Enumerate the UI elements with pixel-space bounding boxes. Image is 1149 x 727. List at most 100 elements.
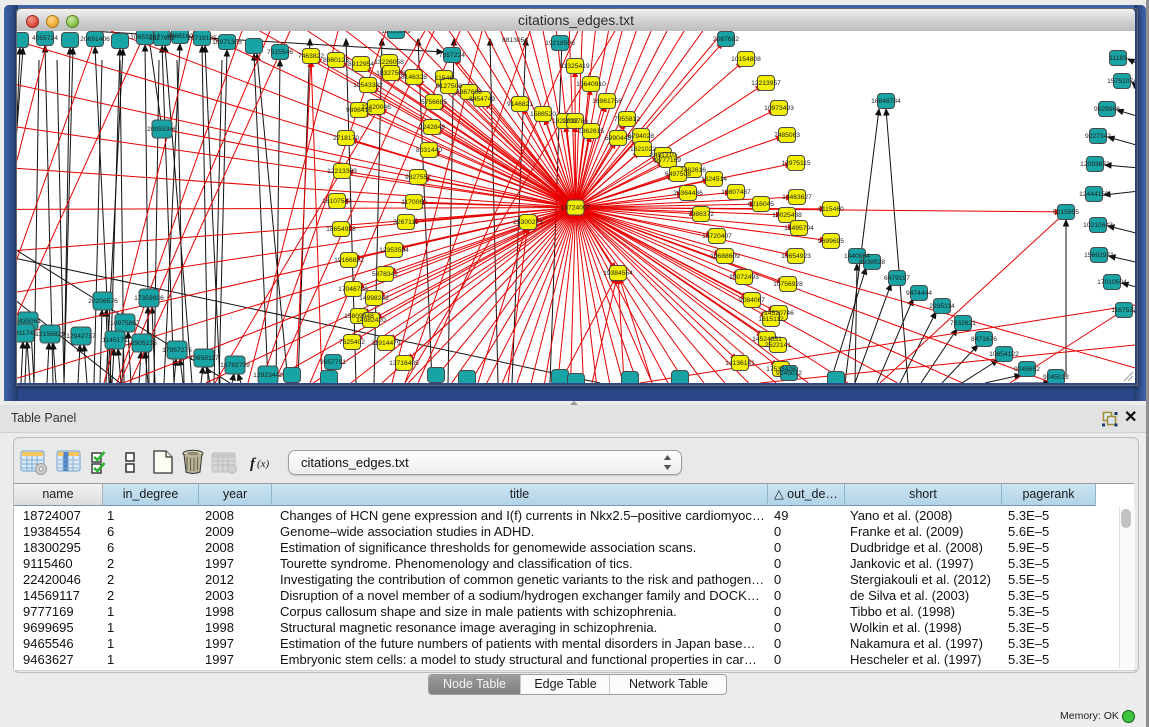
svg-text:19218506: 19218506 <box>545 40 575 47</box>
svg-text:16971365: 16971365 <box>212 39 242 46</box>
svg-text:9657791: 9657791 <box>320 359 346 366</box>
svg-text:8660123: 8660123 <box>323 57 349 64</box>
svg-text:2718170: 2718170 <box>333 135 359 142</box>
svg-text:7357224: 7357224 <box>439 52 465 59</box>
svg-text:2367608: 2367608 <box>456 89 482 96</box>
svg-text:12905135: 12905135 <box>127 340 157 347</box>
svg-text:19384554: 19384554 <box>603 270 633 277</box>
svg-text:17957275: 17957275 <box>162 347 192 354</box>
svg-text:16782759: 16782759 <box>220 362 250 369</box>
svg-text:18724007: 18724007 <box>561 205 591 212</box>
svg-text:18654928: 18654928 <box>326 226 356 233</box>
svg-text:(x): (x) <box>257 458 270 470</box>
svg-text:9629966: 9629966 <box>1094 106 1120 113</box>
svg-text:10975867: 10975867 <box>110 320 140 327</box>
svg-text:20364436: 20364436 <box>673 190 703 197</box>
svg-text:10688609: 10688609 <box>710 253 740 260</box>
svg-text:6479197: 6479197 <box>884 275 910 282</box>
svg-text:9777169: 9777169 <box>655 157 681 164</box>
svg-text:9474444: 9474444 <box>906 290 932 297</box>
svg-text:10025438: 10025438 <box>772 212 802 219</box>
svg-text:17010504: 17010504 <box>1097 279 1127 286</box>
svg-text:20053346: 20053346 <box>147 126 177 133</box>
svg-text:10154808: 10154808 <box>731 56 761 63</box>
svg-text:12156829: 12156829 <box>35 331 65 338</box>
svg-text:11546: 11546 <box>435 75 453 82</box>
svg-text:14982420: 14982420 <box>356 317 386 324</box>
svg-text:12975115: 12975115 <box>781 160 811 167</box>
svg-text:5878342: 5878342 <box>372 271 398 278</box>
svg-text:7632621: 7632621 <box>950 320 976 327</box>
svg-text:18072493: 18072493 <box>729 274 759 281</box>
svg-text:f: f <box>250 456 257 472</box>
svg-text:15751074: 15751074 <box>1107 78 1135 85</box>
svg-text:10210643: 10210643 <box>1083 222 1113 229</box>
svg-text:1624514: 1624514 <box>701 176 727 183</box>
svg-text:11183: 11183 <box>1109 55 1127 62</box>
svg-text:9245012: 9245012 <box>1043 374 1069 381</box>
svg-text:7986372: 7986372 <box>688 211 714 218</box>
svg-text:19654923: 19654923 <box>781 253 811 260</box>
svg-text:10543382: 10543382 <box>353 82 383 89</box>
svg-text:2435061: 2435061 <box>17 318 41 325</box>
svg-text:10654122: 10654122 <box>989 351 1019 358</box>
svg-text:16033809: 16033809 <box>381 31 411 35</box>
svg-text:12213957: 12213957 <box>751 80 781 87</box>
svg-text:10807487: 10807487 <box>721 189 751 196</box>
svg-text:9699695: 9699695 <box>818 238 844 245</box>
svg-text:16648784: 16648784 <box>871 98 901 105</box>
svg-text:15720407: 15720407 <box>702 233 732 240</box>
svg-text:25300273: 25300273 <box>513 219 543 226</box>
svg-text:15692971: 15692971 <box>1084 252 1114 259</box>
svg-text:9146821: 9146821 <box>507 101 533 108</box>
svg-text:16107543: 16107543 <box>322 198 352 205</box>
svg-text:7515546: 7515546 <box>267 49 293 56</box>
svg-text:19166822: 19166822 <box>334 257 364 264</box>
svg-text:2522141: 2522141 <box>765 342 791 349</box>
svg-text:11325419: 11325419 <box>560 63 590 70</box>
svg-text:11914479: 11914479 <box>371 340 401 347</box>
svg-text:1203786: 1203786 <box>562 118 588 125</box>
svg-text:12213389: 12213389 <box>327 168 357 175</box>
svg-text:13226058: 13226058 <box>374 59 404 66</box>
svg-text:9227342: 9227342 <box>1085 133 1111 140</box>
svg-text:1588520: 1588520 <box>530 111 556 118</box>
svg-text:13716485: 13716485 <box>389 360 419 367</box>
svg-text:6794028: 6794028 <box>628 133 654 140</box>
svg-text:12942737: 12942737 <box>66 333 96 340</box>
svg-text:7955812: 7955812 <box>614 116 640 123</box>
svg-text:17359936: 17359936 <box>134 295 164 302</box>
svg-text:9396416: 9396416 <box>346 107 372 114</box>
svg-text:14998242: 14998242 <box>359 295 389 302</box>
svg-text:20691406: 20691406 <box>80 36 110 43</box>
svg-text:16495794: 16495794 <box>784 225 814 232</box>
svg-text:10973493: 10973493 <box>764 105 794 112</box>
svg-text:3267110: 3267110 <box>393 219 419 226</box>
svg-text:8031440: 8031440 <box>416 147 442 154</box>
svg-text:6497508: 6497508 <box>665 171 691 178</box>
svg-text:17046788: 17046788 <box>338 286 368 293</box>
svg-text:16961758: 16961758 <box>592 98 622 105</box>
svg-text:2242848: 2242848 <box>419 124 445 131</box>
svg-text:3911741: 3911741 <box>17 330 37 337</box>
svg-text:15640910: 15640910 <box>576 81 606 88</box>
svg-text:8813054: 8813054 <box>502 37 528 44</box>
svg-text:9245012: 9245012 <box>776 370 802 377</box>
svg-text:10958117: 10958117 <box>189 355 219 362</box>
svg-text:12923448: 12923448 <box>253 372 283 379</box>
svg-text:5756685: 5756685 <box>421 99 447 106</box>
svg-text:8938928: 8938928 <box>859 259 885 266</box>
svg-text:9084067: 9084067 <box>739 297 765 304</box>
svg-text:14463627: 14463627 <box>782 194 812 201</box>
svg-text:7625402: 7625402 <box>339 339 365 346</box>
svg-text:1145171: 1145171 <box>102 337 128 344</box>
svg-text:10756928: 10756928 <box>773 281 803 288</box>
svg-text:1362615: 1362615 <box>578 128 604 135</box>
svg-text:6216045: 6216045 <box>748 201 774 208</box>
svg-text:4055724: 4055724 <box>32 35 58 42</box>
svg-text:9115460: 9115460 <box>818 206 844 213</box>
svg-text:5215955: 5215955 <box>1053 209 1079 216</box>
svg-text:12353584: 12353584 <box>379 247 409 254</box>
svg-text:12444159: 12444159 <box>1079 191 1109 198</box>
svg-text:20206576: 20206576 <box>88 298 118 305</box>
